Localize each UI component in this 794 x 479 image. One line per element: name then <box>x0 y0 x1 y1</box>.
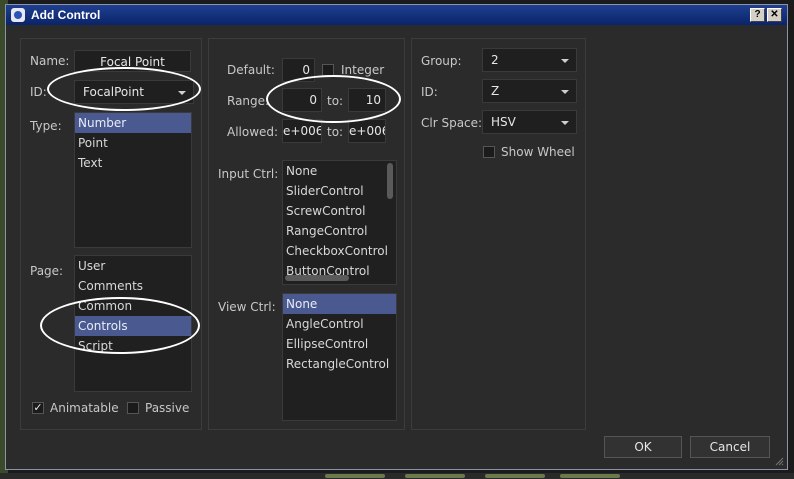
list-item[interactable]: RangeControl <box>283 221 396 241</box>
resize-grip-icon[interactable] <box>774 456 784 466</box>
list-item[interactable]: Common <box>75 296 191 316</box>
color-id-combo[interactable]: Z <box>482 79 577 103</box>
passive-checkbox[interactable] <box>127 402 139 414</box>
list-item[interactable]: EllipseControl <box>283 334 396 354</box>
check-icon: ✓ <box>33 401 43 414</box>
general-panel: Name: Focal Point ID: FocalPoint Type: N… <box>20 38 202 430</box>
clrspace-label: Clr Space: <box>421 116 483 130</box>
list-item[interactable]: Comments <box>75 276 191 296</box>
type-list[interactable]: Number Point Text <box>74 112 192 248</box>
allowed-label: Allowed: <box>227 125 279 139</box>
range-to-label: to: <box>327 94 344 108</box>
add-control-dialog: Add Control ? ✕ Name: Focal Point ID: Fo… <box>5 4 788 470</box>
input-ctrl-vscroll[interactable] <box>387 163 393 199</box>
id-combo-value: FocalPoint <box>83 85 144 99</box>
app-icon <box>11 8 25 22</box>
color-id-combo-value: Z <box>491 84 500 98</box>
list-item[interactable]: User <box>75 256 191 276</box>
ok-button[interactable]: OK <box>604 436 682 458</box>
integer-label: Integer <box>341 63 385 77</box>
id-label: ID: <box>30 85 47 99</box>
group-combo-value: 2 <box>491 53 499 67</box>
list-item[interactable]: RectangleControl <box>283 354 396 374</box>
passive-label: Passive <box>145 401 190 415</box>
default-input[interactable]: 0 <box>282 58 315 82</box>
list-item[interactable]: Text <box>75 153 191 173</box>
id-combo[interactable]: FocalPoint <box>74 80 194 104</box>
show-wheel-label: Show Wheel <box>501 145 575 159</box>
clrspace-combo[interactable]: HSV <box>482 110 577 134</box>
list-item[interactable]: Script <box>75 336 191 356</box>
default-label: Default: <box>227 63 275 77</box>
chevron-down-icon <box>178 91 186 95</box>
close-button[interactable]: ✕ <box>767 8 782 22</box>
chevron-down-icon <box>561 90 569 94</box>
view-ctrl-label: View Ctrl: <box>218 300 276 314</box>
group-combo[interactable]: 2 <box>482 48 577 72</box>
input-ctrl-label: Input Ctrl: <box>218 167 279 181</box>
list-item[interactable]: None <box>283 294 396 314</box>
name-label: Name: <box>30 54 70 68</box>
color-panel: Group: 2 ID: Z Clr Space: HSV Show Wheel <box>411 38 586 430</box>
timeline-marker <box>560 474 620 478</box>
integer-checkbox[interactable] <box>322 64 334 76</box>
timeline-marker <box>405 474 465 478</box>
list-item[interactable]: None <box>283 161 396 181</box>
name-input[interactable]: Focal Point <box>74 50 191 72</box>
allowed-from-input[interactable]: e+006 <box>282 119 322 143</box>
timeline-marker <box>485 474 545 478</box>
window-title: Add Control <box>31 8 101 22</box>
chevron-down-icon <box>561 121 569 125</box>
allowed-to-input[interactable]: e+006 <box>348 119 386 143</box>
help-button[interactable]: ? <box>750 8 765 22</box>
background-timeline <box>0 473 794 479</box>
list-item[interactable]: Point <box>75 133 191 153</box>
animatable-checkbox[interactable]: ✓ <box>32 402 44 414</box>
color-id-label: ID: <box>421 85 438 99</box>
list-item[interactable]: CheckboxControl <box>283 241 396 261</box>
timeline-marker <box>325 474 385 478</box>
cancel-button[interactable]: Cancel <box>690 436 770 458</box>
page-label: Page: <box>30 264 64 278</box>
range-from-input[interactable]: 0 <box>282 88 322 112</box>
list-item[interactable]: Controls <box>75 316 191 336</box>
input-ctrl-hscroll[interactable] <box>285 275 349 281</box>
group-label: Group: <box>421 54 462 68</box>
allowed-to-label: to: <box>327 125 344 139</box>
animatable-label: Animatable <box>50 401 119 415</box>
type-label: Type: <box>30 119 62 133</box>
clrspace-combo-value: HSV <box>491 115 516 129</box>
chevron-down-icon <box>561 59 569 63</box>
input-ctrl-list[interactable]: None SliderControl ScrewControl RangeContro… <box>282 160 397 285</box>
list-item[interactable]: SliderControl <box>283 181 396 201</box>
value-panel: Default: 0 Integer Range: 0 to: 10 Allow… <box>208 38 405 430</box>
show-wheel-checkbox[interactable] <box>483 146 495 158</box>
list-item[interactable]: ScrewControl <box>283 201 396 221</box>
range-to-input[interactable]: 10 <box>348 88 386 112</box>
list-item[interactable]: Number <box>75 113 191 133</box>
title-bar[interactable]: Add Control ? ✕ <box>6 5 787 25</box>
view-ctrl-list[interactable]: None AngleControl EllipseControl RectangleC… <box>282 293 397 421</box>
range-label: Range: <box>227 94 270 108</box>
page-list[interactable]: User Comments Common Controls Script <box>74 255 192 392</box>
list-item[interactable]: AngleControl <box>283 314 396 334</box>
